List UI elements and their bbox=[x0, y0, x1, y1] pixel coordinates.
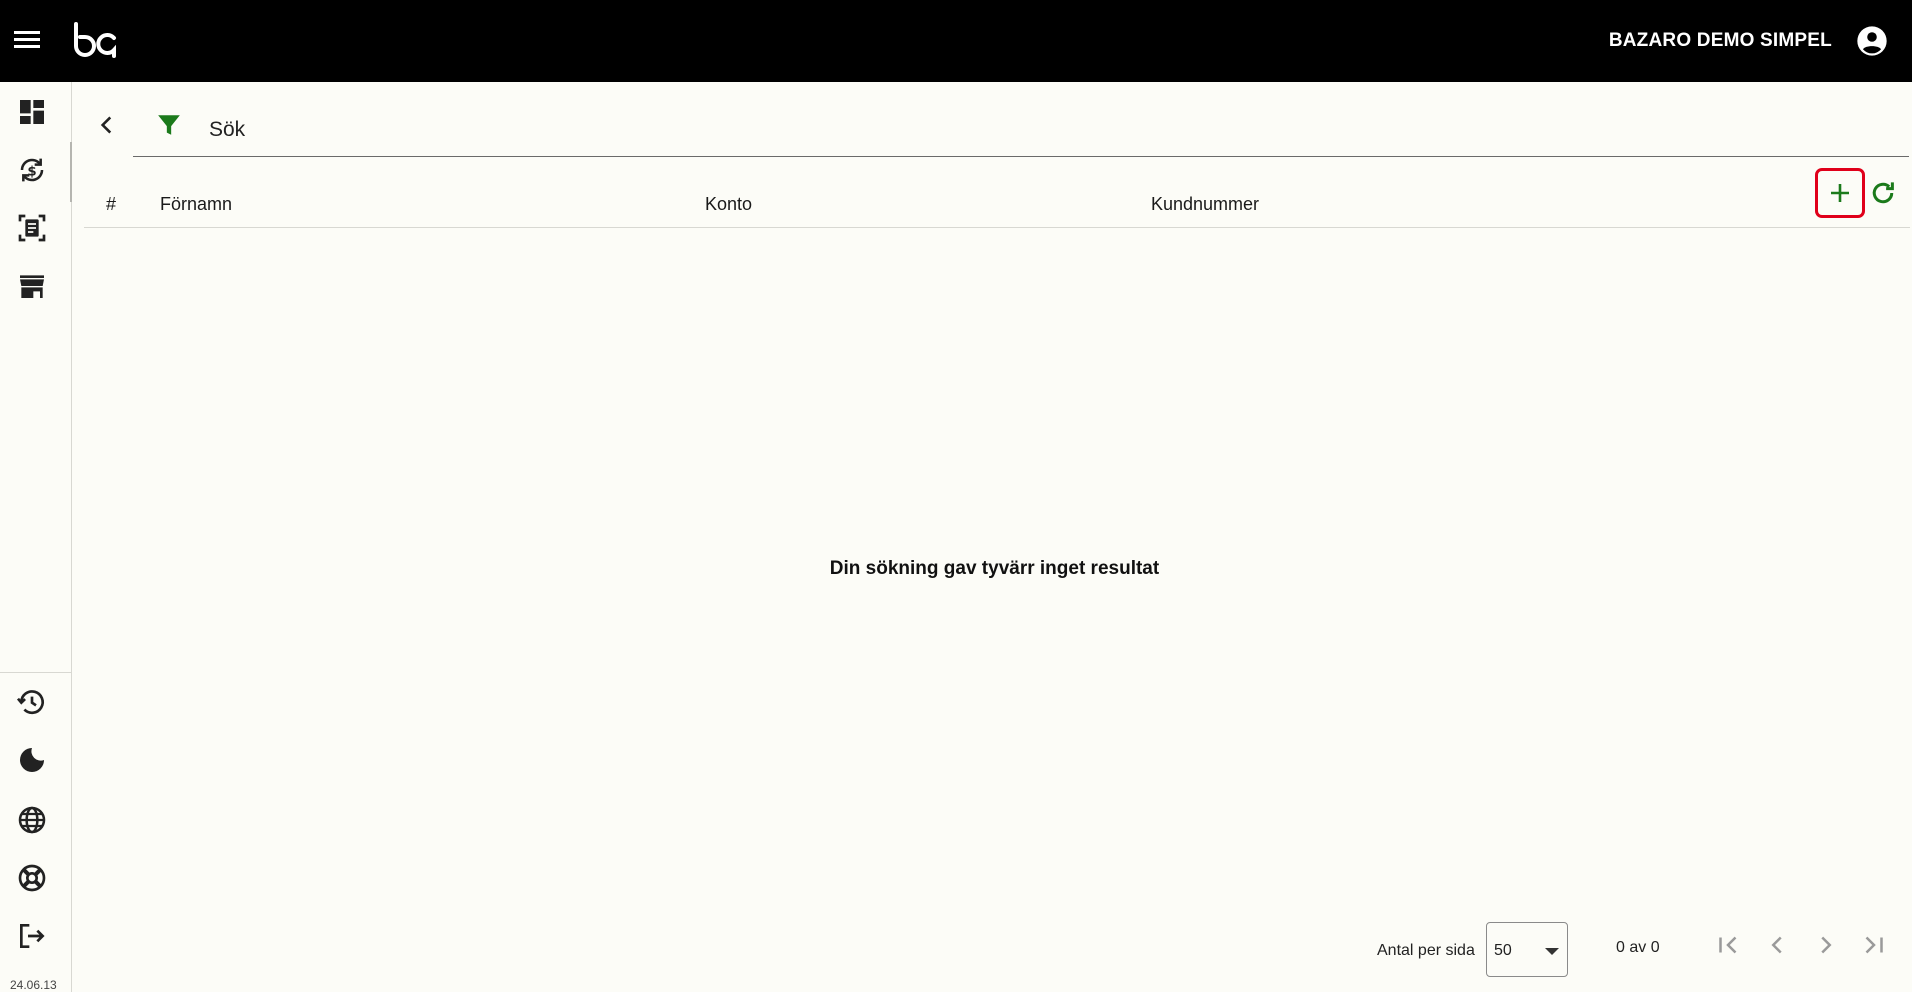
support-lifebuoy-icon[interactable] bbox=[16, 862, 48, 894]
next-page-icon[interactable] bbox=[1811, 930, 1841, 960]
chevron-left-icon[interactable] bbox=[94, 112, 120, 138]
filter-icon[interactable] bbox=[156, 112, 182, 138]
main-content: Sök # Förnamn Konto Kundnummer Din sökni… bbox=[72, 82, 1912, 992]
page-range: 0 av 0 bbox=[1616, 939, 1660, 956]
add-button[interactable] bbox=[1815, 168, 1865, 218]
currency-exchange-icon[interactable]: $ bbox=[16, 154, 48, 186]
language-globe-icon[interactable] bbox=[16, 804, 48, 836]
app-version: 24.06.13 bbox=[10, 978, 57, 992]
ba-logo[interactable] bbox=[72, 22, 118, 58]
logout-icon[interactable] bbox=[16, 920, 48, 952]
last-page-icon[interactable] bbox=[1859, 930, 1889, 960]
refresh-icon[interactable] bbox=[1868, 178, 1898, 208]
first-page-icon[interactable] bbox=[1713, 930, 1743, 960]
account-circle-icon[interactable] bbox=[1856, 25, 1888, 57]
column-header-customer-number[interactable]: Kundnummer bbox=[1151, 194, 1259, 215]
search-field-label[interactable]: Sök bbox=[209, 118, 245, 142]
empty-state-message: Din sökning gav tyvärr inget resultat bbox=[829, 558, 1160, 579]
search-underline bbox=[133, 156, 1909, 157]
svg-text:$: $ bbox=[27, 164, 36, 179]
table-header-divider bbox=[84, 227, 1910, 228]
storefront-icon[interactable] bbox=[16, 270, 48, 302]
items-per-page-label: Antal per sida bbox=[1377, 942, 1475, 959]
top-app-bar: BAZARO DEMO SIMPEL bbox=[0, 0, 1912, 82]
column-header-firstname[interactable]: Förnamn bbox=[160, 194, 232, 215]
column-header-index[interactable]: # bbox=[106, 194, 116, 215]
previous-page-icon[interactable] bbox=[1762, 930, 1792, 960]
column-header-account[interactable]: Konto bbox=[705, 194, 752, 215]
dark-mode-icon[interactable] bbox=[16, 744, 48, 776]
document-scan-icon[interactable] bbox=[16, 212, 48, 244]
organization-name: BAZARO DEMO SIMPEL bbox=[1608, 30, 1832, 51]
items-per-page-value: 50 bbox=[1494, 942, 1512, 959]
sidebar-divider bbox=[0, 672, 72, 673]
dashboard-icon[interactable] bbox=[16, 96, 48, 128]
history-icon[interactable] bbox=[16, 686, 48, 718]
menu-icon[interactable] bbox=[12, 27, 42, 55]
items-per-page-select[interactable]: 50 bbox=[1486, 922, 1568, 977]
dropdown-arrow-icon bbox=[1545, 948, 1559, 955]
plus-icon bbox=[1831, 184, 1849, 202]
side-nav: $ 24.06.13 bbox=[0, 82, 72, 992]
table-header: # Förnamn Konto Kundnummer bbox=[84, 182, 1910, 228]
